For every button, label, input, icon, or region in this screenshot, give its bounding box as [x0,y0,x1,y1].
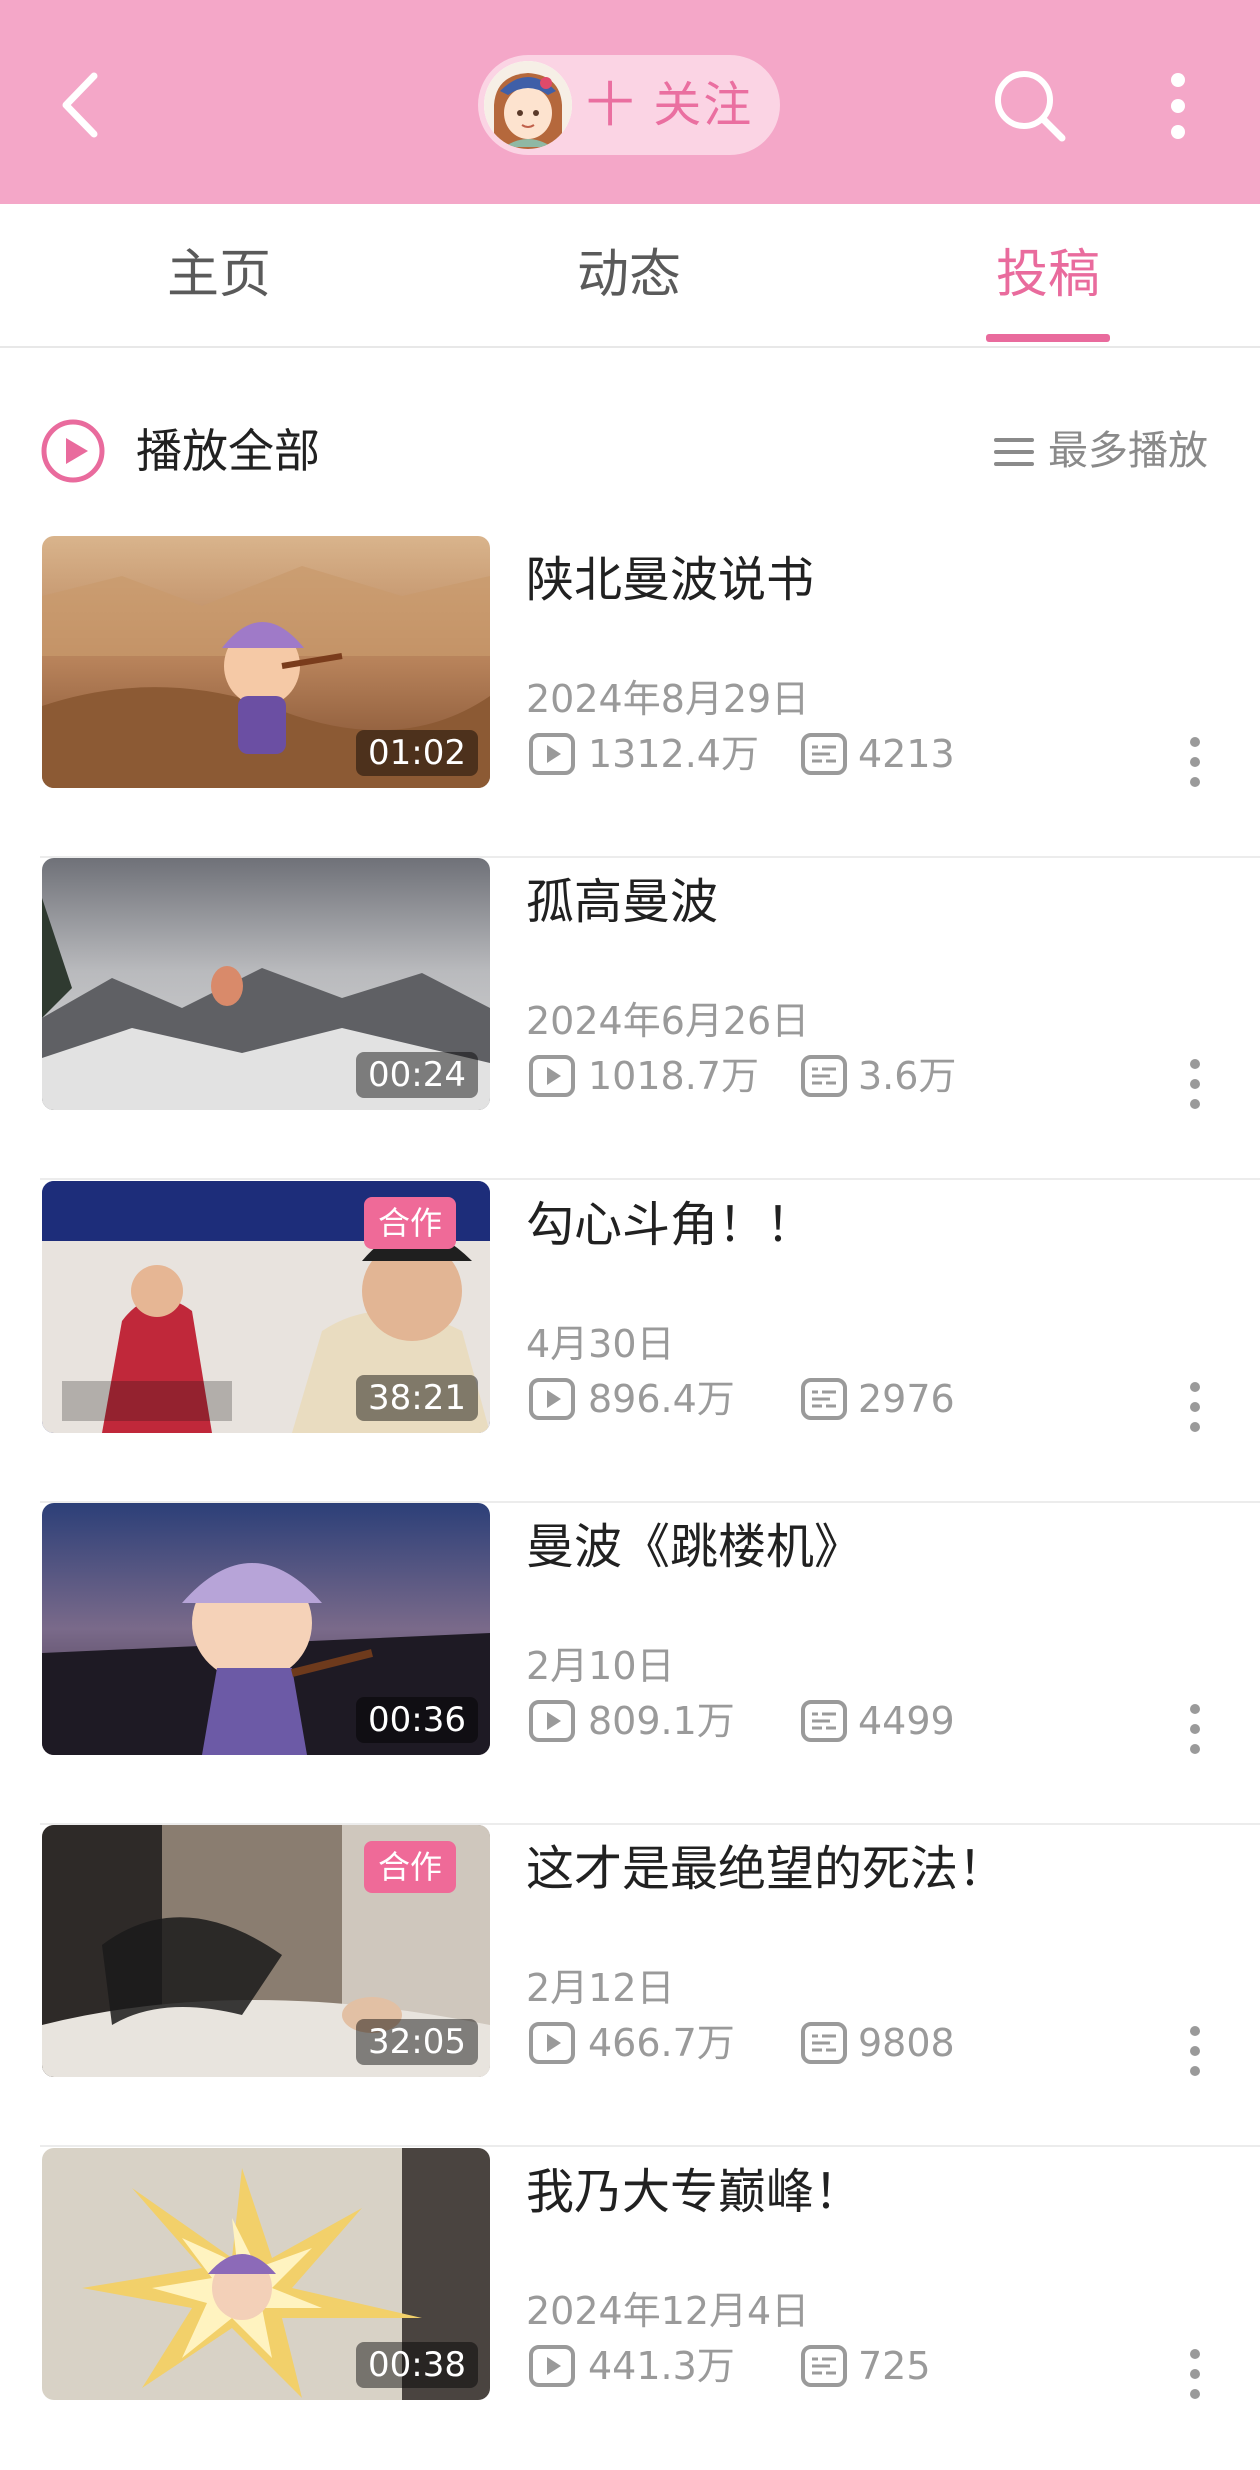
more-vertical-icon[interactable] [1180,1058,1210,1110]
search-icon [995,71,1066,142]
danmaku-count: 4499 [858,1699,955,1743]
video-title[interactable]: 曼波《跳楼机》 [526,1507,862,1577]
danmaku-count: 3.6万 [858,1054,957,1098]
video-date: 4月30日 [526,1322,675,1366]
video-duration: 38:21 [356,1375,478,1421]
play-count: 809.1万 [588,1699,735,1743]
video-list-item[interactable]: 合作 32:05 这才是最绝望的死法！ 2月12日 466.7万 9808 [0,1825,1260,2147]
video-date: 2月12日 [526,1966,675,2010]
more-vertical-icon[interactable] [1180,736,1210,788]
play-count-icon [529,2022,575,2064]
play-count-icon [529,2345,575,2387]
video-list-item[interactable]: 00:24 孤高曼波 2024年6月26日 1018.7万 3.6万 [0,858,1260,1180]
play-count-icon [529,1055,575,1097]
more-vertical-icon[interactable] [1180,2025,1210,2077]
play-all-button[interactable] [40,418,106,484]
danmaku-icon [801,1055,847,1097]
tab-bar: 主页 动态 投稿 [0,204,1260,348]
follow-button[interactable]: 十 关注 [478,55,780,155]
play-count: 1018.7万 [588,1054,759,1098]
video-title[interactable]: 孤高曼波 [526,862,718,932]
video-date: 2024年6月26日 [526,999,810,1043]
more-vertical-icon[interactable] [1180,1381,1210,1433]
video-title[interactable]: 我乃大专巅峰！ [526,2152,862,2222]
chevron-left-icon [62,72,98,138]
play-count: 466.7万 [588,2021,735,2065]
more-options-button[interactable] [1158,72,1198,140]
tab-uploads[interactable]: 投稿 [948,204,1148,346]
play-count-icon [529,1378,575,1420]
video-list-item[interactable]: 01:02 陕北曼波说书 2024年8月29日 1312.4万 4213 [0,536,1260,858]
video-thumbnail[interactable]: 01:02 [42,536,490,788]
video-list-item[interactable]: 00:36 曼波《跳楼机》 2月10日 809.1万 4499 [0,1503,1260,1825]
video-date: 2024年8月29日 [526,677,810,721]
active-tab-indicator [986,334,1110,342]
play-count-icon [529,1700,575,1742]
tab-dynamics[interactable]: 动态 [529,204,729,346]
play-all-label[interactable]: 播放全部 [136,418,320,484]
collab-badge: 合作 [364,1841,457,1893]
more-vertical-icon[interactable] [1180,1703,1210,1755]
follow-label: 十 关注 [586,77,754,133]
video-thumbnail[interactable]: 合作 38:21 [42,1181,490,1433]
danmaku-count: 2976 [858,1377,955,1421]
video-title[interactable]: 勾心斗角！！ [526,1185,814,1255]
danmaku-icon [801,2022,847,2064]
video-title[interactable]: 陕北曼波说书 [526,540,814,610]
video-thumbnail[interactable]: 00:38 [42,2148,490,2400]
video-duration: 32:05 [356,2019,478,2065]
sort-label[interactable]: 最多播放 [1048,418,1208,484]
danmaku-count: 4213 [858,732,955,776]
video-title[interactable]: 这才是最绝望的死法！ [526,1829,1006,1899]
danmaku-icon [801,1378,847,1420]
video-list-item[interactable]: 00:38 我乃大专巅峰！ 2024年12月4日 441.3万 725 [0,2148,1260,2470]
video-list-item[interactable]: 合作 38:21 勾心斗角！！ 4月30日 896.4万 2976 [0,1181,1260,1503]
divider [40,1178,1260,1180]
video-duration: 00:36 [356,1697,478,1743]
top-bar: 十 关注 [0,0,1260,204]
video-duration: 01:02 [356,730,478,776]
play-count: 1312.4万 [588,732,759,776]
video-thumbnail[interactable]: 合作 32:05 [42,1825,490,2077]
video-thumbnail[interactable]: 00:24 [42,858,490,1110]
avatar[interactable] [484,61,572,149]
more-vertical-icon [1171,73,1185,139]
danmaku-icon [801,2345,847,2387]
collab-badge: 合作 [364,1197,457,1249]
video-duration: 00:24 [356,1052,478,1098]
video-date: 2月10日 [526,1644,675,1688]
list-icon [994,438,1034,466]
play-count: 441.3万 [588,2344,735,2388]
danmaku-count: 725 [858,2344,931,2388]
back-button[interactable] [52,70,112,140]
divider [40,2145,1260,2147]
more-vertical-icon[interactable] [1180,2348,1210,2400]
video-thumbnail[interactable]: 00:36 [42,1503,490,1755]
video-date: 2024年12月4日 [526,2289,810,2333]
danmaku-icon [801,733,847,775]
search-button[interactable] [990,66,1070,146]
sort-button[interactable] [994,436,1034,468]
play-count: 896.4万 [588,1377,735,1421]
danmaku-count: 9808 [858,2021,955,2065]
tab-home[interactable]: 主页 [119,204,319,346]
danmaku-icon [801,1700,847,1742]
play-count-icon [529,733,575,775]
play-circle-icon [41,419,105,483]
video-duration: 00:38 [356,2342,478,2388]
